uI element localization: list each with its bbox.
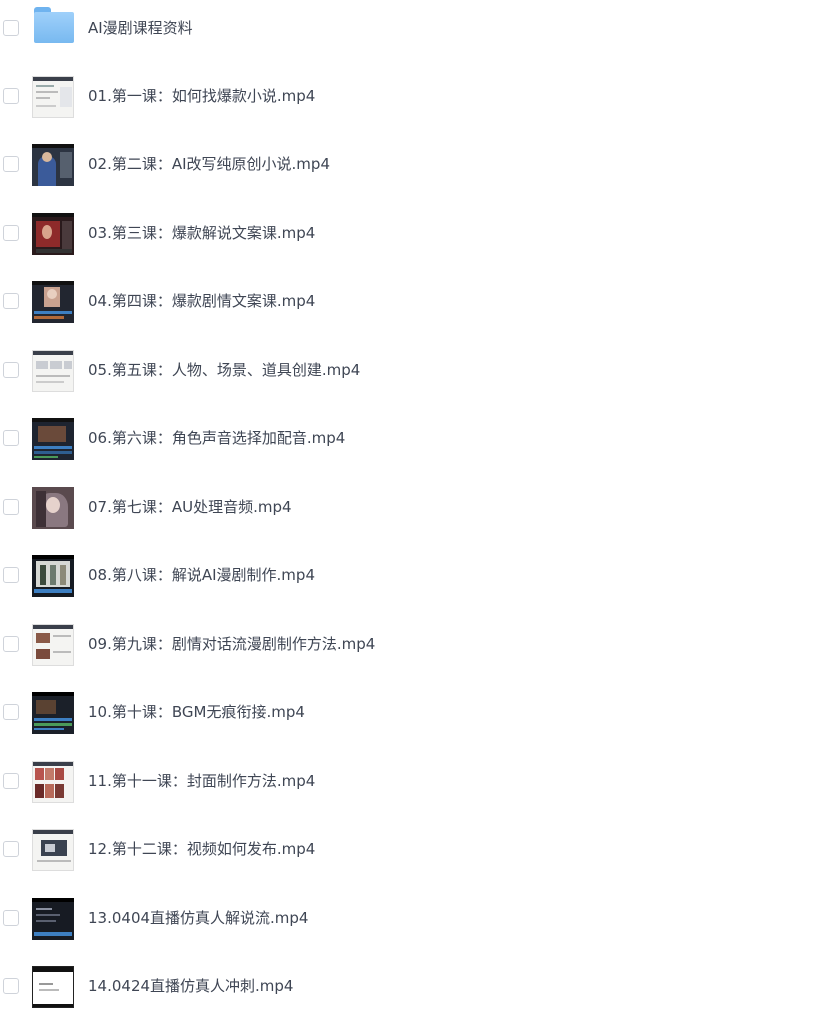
video-thumbnail xyxy=(32,829,74,871)
file-name[interactable]: 14.0424直播仿真人冲刺.mp4 xyxy=(88,958,293,1014)
file-name[interactable]: 01.第一课：如何找爆款小说.mp4 xyxy=(88,68,315,124)
video-thumbnail xyxy=(32,350,74,392)
video-thumbnail xyxy=(32,898,74,940)
file-name[interactable]: 13.0404直播仿真人解说流.mp4 xyxy=(88,890,308,946)
video-thumbnail xyxy=(32,624,74,666)
file-checkbox[interactable] xyxy=(3,499,19,515)
file-row-12[interactable]: 12.第十二课：视频如何发布.mp4 xyxy=(0,821,837,881)
file-row-08[interactable]: 08.第八课：解说AI漫剧制作.mp4 xyxy=(0,547,837,607)
file-checkbox[interactable] xyxy=(3,773,19,789)
file-checkbox[interactable] xyxy=(3,156,19,172)
video-thumbnail xyxy=(32,144,74,186)
file-name[interactable]: 10.第十课：BGM无痕衔接.mp4 xyxy=(88,684,305,740)
file-checkbox[interactable] xyxy=(3,567,19,583)
file-checkbox[interactable] xyxy=(3,362,19,378)
video-thumbnail xyxy=(32,281,74,323)
video-thumbnail xyxy=(32,76,74,118)
folder-name[interactable]: AI漫剧课程资料 xyxy=(88,0,193,56)
file-checkbox[interactable] xyxy=(3,225,19,241)
video-thumbnail xyxy=(32,487,74,529)
file-name[interactable]: 07.第七课：AU处理音频.mp4 xyxy=(88,479,292,535)
file-row-03[interactable]: 03.第三课：爆款解说文案课.mp4 xyxy=(0,205,837,265)
file-row-13[interactable]: 13.0404直播仿真人解说流.mp4 xyxy=(0,890,837,950)
folder-checkbox[interactable] xyxy=(3,20,19,36)
video-thumbnail xyxy=(32,418,74,460)
file-name[interactable]: 09.第九课：剧情对话流漫剧制作方法.mp4 xyxy=(88,616,375,672)
file-name[interactable]: 02.第二课：AI改写纯原创小说.mp4 xyxy=(88,136,330,192)
file-checkbox[interactable] xyxy=(3,841,19,857)
file-name[interactable]: 03.第三课：爆款解说文案课.mp4 xyxy=(88,205,315,261)
video-thumbnail xyxy=(32,213,74,255)
file-checkbox[interactable] xyxy=(3,978,19,994)
file-name[interactable]: 11.第十一课：封面制作方法.mp4 xyxy=(88,753,315,809)
file-row-11[interactable]: 11.第十一课：封面制作方法.mp4 xyxy=(0,753,837,813)
file-row-05[interactable]: 05.第五课：人物、场景、道具创建.mp4 xyxy=(0,342,837,402)
video-thumbnail xyxy=(32,966,74,1008)
file-checkbox[interactable] xyxy=(3,430,19,446)
file-row-06[interactable]: 06.第六课：角色声音选择加配音.mp4 xyxy=(0,410,837,470)
file-row-14[interactable]: 14.0424直播仿真人冲刺.mp4 xyxy=(0,958,837,1018)
file-name[interactable]: 04.第四课：爆款剧情文案课.mp4 xyxy=(88,273,315,329)
folder-row[interactable]: AI漫剧课程资料 xyxy=(0,0,837,60)
file-name[interactable]: 08.第八课：解说AI漫剧制作.mp4 xyxy=(88,547,315,603)
file-row-01[interactable]: 01.第一课：如何找爆款小说.mp4 xyxy=(0,68,837,128)
file-checkbox[interactable] xyxy=(3,910,19,926)
file-name[interactable]: 12.第十二课：视频如何发布.mp4 xyxy=(88,821,315,877)
file-row-02[interactable]: 02.第二课：AI改写纯原创小说.mp4 xyxy=(0,136,837,196)
video-thumbnail xyxy=(32,692,74,734)
file-row-07[interactable]: 07.第七课：AU处理音频.mp4 xyxy=(0,479,837,539)
folder-icon xyxy=(34,7,74,43)
file-name[interactable]: 05.第五课：人物、场景、道具创建.mp4 xyxy=(88,342,360,398)
file-checkbox[interactable] xyxy=(3,88,19,104)
video-thumbnail xyxy=(32,555,74,597)
file-row-09[interactable]: 09.第九课：剧情对话流漫剧制作方法.mp4 xyxy=(0,616,837,676)
file-row-04[interactable]: 04.第四课：爆款剧情文案课.mp4 xyxy=(0,273,837,333)
file-checkbox[interactable] xyxy=(3,293,19,309)
file-checkbox[interactable] xyxy=(3,704,19,720)
file-row-10[interactable]: 10.第十课：BGM无痕衔接.mp4 xyxy=(0,684,837,744)
file-checkbox[interactable] xyxy=(3,636,19,652)
file-name[interactable]: 06.第六课：角色声音选择加配音.mp4 xyxy=(88,410,345,466)
video-thumbnail xyxy=(32,761,74,803)
